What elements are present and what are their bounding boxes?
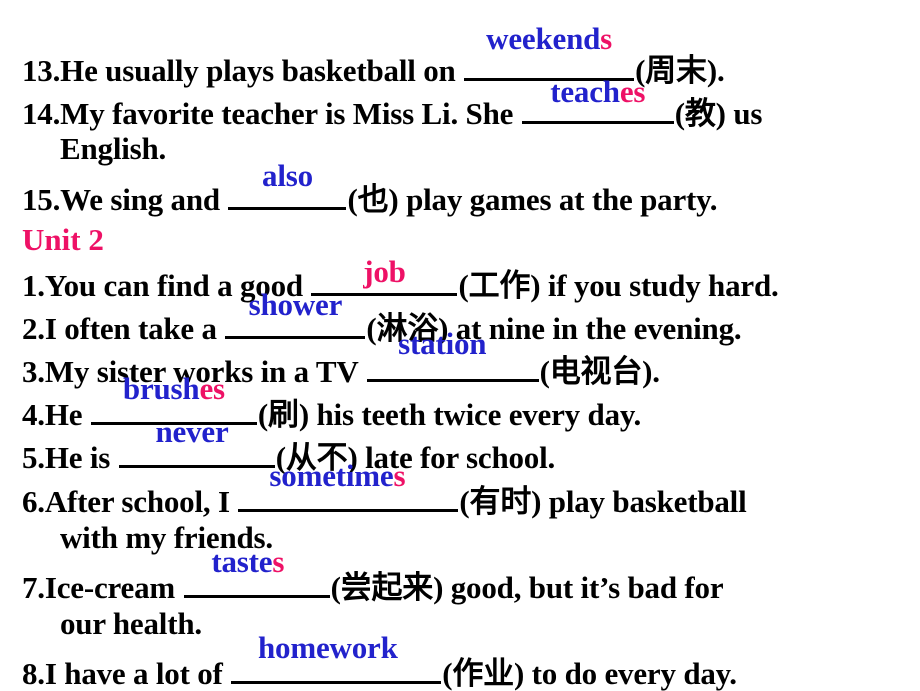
answer-suffix: s (600, 21, 613, 56)
item-text-before: I often take a (44, 311, 225, 346)
item-number: 4. (22, 397, 45, 432)
exercise-line-u2-4: 4.He brushes (刷) his teeth twice every da… (22, 373, 642, 432)
item-number: 2. (22, 311, 45, 346)
answer-blank-u2-8[interactable]: homework (231, 632, 442, 684)
item-text-before: We sing and (60, 182, 228, 217)
item-number: 1. (22, 268, 45, 303)
answer-stem: weekend (486, 21, 601, 56)
answer-blank-u2-7[interactable]: tastes (183, 546, 330, 598)
answer-stem: teach (550, 74, 620, 109)
answer-suffix: job (363, 254, 406, 289)
answer-blank-15[interactable]: also (228, 160, 347, 210)
answer-text-13: weekends (486, 23, 612, 54)
answer-stem: homework (258, 630, 398, 665)
exercise-line-14-continuation: English. (22, 133, 166, 164)
answer-text-u2-6: sometimes (269, 460, 405, 491)
continuation-text: our health. (60, 606, 202, 641)
item-number: 14. (22, 96, 61, 131)
item-number: 7. (22, 570, 45, 605)
exercise-line-15: 15.We sing and also (也) play games at the… (22, 160, 718, 217)
exercise-line-14: 14.My favorite teacher is Miss Li. She t… (22, 76, 763, 131)
item-number: 13. (22, 53, 61, 88)
answer-stem: taste (211, 544, 273, 579)
answer-stem: shower (248, 287, 343, 322)
exercise-line-u2-1: 1.You can find a good job (工作) if you stu… (22, 256, 779, 303)
item-text-after: (作业) to do every day. (442, 656, 737, 691)
exercise-line-u2-3: 3.My sister works in a TV station (电视台). (22, 328, 660, 389)
item-text-after: (电视台). (539, 354, 660, 389)
answer-stem: also (262, 158, 313, 193)
answer-text-u2-7: tastes (211, 546, 284, 577)
answer-stem: station (398, 326, 487, 361)
answer-suffix: es (619, 74, 646, 109)
item-text-after: (周末). (635, 53, 725, 88)
item-text-after: (有时) play basketball (459, 484, 747, 519)
answer-blank-u2-2[interactable]: shower (225, 289, 366, 339)
item-number: 8. (22, 656, 45, 691)
item-text-before: He is (44, 440, 118, 475)
item-number: 15. (22, 182, 61, 217)
item-number: 3. (22, 354, 45, 389)
answer-text-u2-2: shower (249, 289, 343, 320)
answer-text-u2-8: homework (258, 632, 398, 663)
item-text-before: He (44, 397, 90, 432)
exercise-line-u2-7-continuation: our health. (22, 608, 202, 639)
answer-blank-u2-3[interactable]: station (366, 328, 539, 382)
answer-text-15: also (262, 160, 313, 191)
unit-heading: Unit 2 (22, 222, 104, 257)
worksheet-slide: 13.He usually plays basketball on weeken… (0, 0, 920, 690)
item-text-before: My favorite teacher is Miss Li. She (60, 96, 521, 131)
exercise-line-u2-7: 7.Ice-cream tastes (尝起来) good, but it’s b… (22, 546, 724, 605)
answer-blank-14[interactable]: teaches (521, 76, 674, 124)
answer-text-14: teaches (550, 76, 645, 107)
answer-text-u2-1: job (363, 254, 406, 289)
exercise-line-u2-8: 8.I have a lot of homework (作业) to do eve… (22, 632, 737, 691)
item-text-after: (刷) his teeth twice every day. (257, 397, 642, 432)
item-number: 5. (22, 440, 45, 475)
answer-stem: never (155, 414, 229, 449)
answer-blank-u2-6[interactable]: sometimes (238, 460, 459, 512)
answer-suffix: es (199, 371, 225, 406)
answer-suffix: s (393, 458, 406, 493)
answer-text-u2-4: brushes (123, 373, 225, 404)
answer-text-u2-3: station (398, 328, 486, 359)
item-text-before: Ice-cream (44, 570, 183, 605)
item-text-before: He usually plays basketball on (60, 53, 464, 88)
exercise-line-u2-6: 6.After school, I sometimes (有时) play bas… (22, 460, 747, 519)
exercise-line-u2-2: 2.I often take a shower (淋浴) at nine in t… (22, 289, 742, 346)
answer-text-u2-5: never (156, 416, 229, 447)
item-text-after: (教) us (674, 96, 763, 131)
item-text-after: (也) play games at the party. (347, 182, 718, 217)
item-text-before: I have a lot of (44, 656, 231, 691)
item-text-after: (尝起来) good, but it’s bad for (330, 570, 724, 605)
item-text-after: (工作) if you study hard. (458, 268, 779, 303)
item-text-before: After school, I (44, 484, 238, 519)
answer-stem: brush (122, 371, 200, 406)
answer-suffix: s (272, 544, 285, 579)
answer-blank-u2-5[interactable]: never (118, 416, 275, 468)
item-number: 6. (22, 484, 45, 519)
continuation-text: English. (60, 131, 167, 166)
answer-stem: sometime (269, 458, 394, 493)
